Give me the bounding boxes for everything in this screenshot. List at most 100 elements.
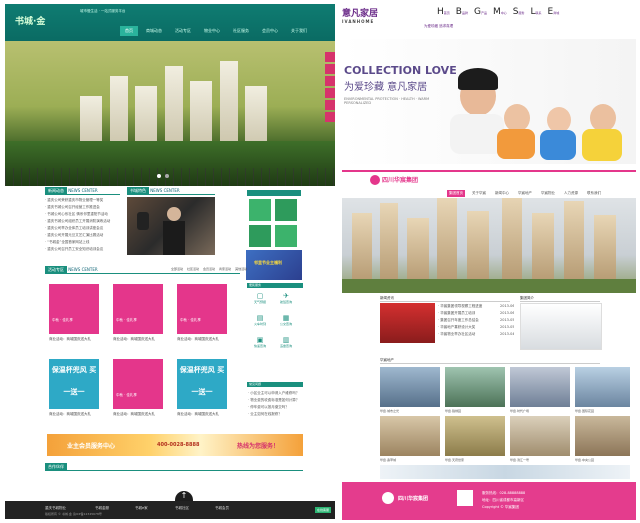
top-icon[interactable] xyxy=(325,112,335,122)
nav-item[interactable]: 集团首页 xyxy=(447,190,465,197)
phone-icon[interactable] xyxy=(325,88,335,98)
app-tile[interactable] xyxy=(275,225,297,247)
estate-caption: 华宸·天府世家 xyxy=(445,458,464,462)
feature-photo[interactable] xyxy=(127,197,215,255)
estate-thumb[interactable] xyxy=(380,367,440,407)
card-caption: 商业活动：商城国庆送大礼 xyxy=(49,412,91,416)
activity-card[interactable]: 中秋 · 佳礼享 xyxy=(113,359,163,409)
news-item[interactable]: · 华宸集团开展员工培训 xyxy=(438,310,498,317)
nav-item[interactable]: 关于华宸 xyxy=(470,190,488,197)
intro-photo[interactable] xyxy=(520,303,602,350)
app-tile[interactable] xyxy=(249,199,271,221)
service-item[interactable]: ▤ 火车时刻 xyxy=(249,314,271,332)
menu-item[interactable]: M中心 xyxy=(493,7,507,17)
menu-item[interactable]: B品牌 xyxy=(456,7,468,17)
activity-tab[interactable]: 会员活动 xyxy=(203,267,215,271)
left-nav-item[interactable]: 会员中心 xyxy=(257,26,283,36)
activity-card[interactable]: 中秋 · 佳礼享 xyxy=(177,284,227,334)
slider-dot[interactable] xyxy=(165,174,169,178)
menu-item[interactable]: G产品 xyxy=(474,7,487,17)
estate-thumb[interactable] xyxy=(575,367,630,407)
user-icon[interactable] xyxy=(325,64,335,74)
left-nav-item[interactable]: 物业中心 xyxy=(199,26,225,36)
faq-title: 常见问题 xyxy=(247,382,303,387)
activity-card[interactable]: 保温杯兜风 买一送一 xyxy=(177,359,227,409)
activity-tab[interactable]: 商家活动 xyxy=(219,267,231,271)
estate-thumb[interactable] xyxy=(445,416,505,456)
hotline-banner[interactable]: 业主会员服务中心 400-0028-8888 热线为您服务！ xyxy=(47,434,303,456)
news-list: · 重庆公司荣获重庆市物业管理一等奖 · 重庆书城公司召开经营工作推进会 · 书… xyxy=(45,197,120,253)
news-item[interactable]: · 重庆公司召开员工安全知识培训会议 xyxy=(45,246,120,253)
footer-link[interactable]: 书城社区 xyxy=(175,506,189,511)
news-item[interactable]: · 集团召开年度工作总结会 xyxy=(438,317,498,324)
left-logo[interactable]: 书城·金 xyxy=(15,14,45,27)
huachen-logo[interactable]: 四川华宸集团 xyxy=(382,175,418,184)
service-item[interactable]: ▣ 快递查询 xyxy=(249,336,271,354)
estate-thumb[interactable] xyxy=(575,416,630,456)
news-item[interactable]: · 书城公司心系社区 情系邻里重阳节活动 xyxy=(45,211,120,218)
left-nav-item[interactable]: 关于我们 xyxy=(286,26,312,36)
left-nav-item[interactable]: 活动专区 xyxy=(170,26,196,36)
service-item[interactable]: ▢ 天气预报 xyxy=(249,292,271,310)
nav-item[interactable]: 人力资源 xyxy=(562,190,580,197)
footer-link[interactable]: 书城e家 xyxy=(135,506,148,511)
footer-link[interactable]: 书城会员 xyxy=(215,506,229,511)
faq-item[interactable]: · 小区业主可以申请入户维修吗？ xyxy=(248,390,302,397)
app-tile[interactable] xyxy=(249,225,271,247)
left-nav-item[interactable]: 社区服务 xyxy=(228,26,254,36)
news-item[interactable]: · 重庆公司举办全体员工培训讲座会议 xyxy=(45,225,120,232)
family-photo xyxy=(450,114,504,154)
activity-tab[interactable]: 其他活动 xyxy=(235,267,247,271)
estate-thumb[interactable] xyxy=(380,416,440,456)
activity-tab[interactable]: 全部活动 xyxy=(171,267,183,271)
news-date: 2013-04 xyxy=(500,332,514,336)
qq-icon[interactable] xyxy=(325,52,335,62)
faq-item[interactable]: · 业主如何在线报修？ xyxy=(248,411,302,418)
news-date: 2013-06 xyxy=(500,311,514,315)
activity-card[interactable]: 保温杯兜风 买一送一 xyxy=(49,359,99,409)
left-nav-item[interactable]: 商城动态 xyxy=(141,26,167,36)
slider-dot[interactable] xyxy=(157,174,161,178)
wechat-icon[interactable] xyxy=(325,76,335,86)
online-service-badge[interactable]: 在线客服 xyxy=(314,507,331,513)
map-icon[interactable] xyxy=(325,100,335,110)
news-item[interactable]: · 华宸集团领导视察工程进度 xyxy=(438,303,498,310)
nav-item[interactable]: 华宸物业 xyxy=(539,190,557,197)
faq-item[interactable]: · 物业费的收费标准是如何计算？ xyxy=(248,397,302,404)
estate-thumb[interactable] xyxy=(510,416,570,456)
service-item[interactable]: ▦ 公交查询 xyxy=(275,314,297,332)
service-item[interactable]: ✈ 航班查询 xyxy=(275,292,297,310)
news-photo[interactable] xyxy=(380,303,435,343)
left-logo-tag: 城市慢生活 · 一站式服务平台 xyxy=(80,9,126,13)
news-item[interactable]: · 重庆书城公司召开经营工作推进会 xyxy=(45,204,120,211)
news-item[interactable]: · 华宸物业举办社区活动 xyxy=(438,331,498,338)
service-item[interactable]: ▥ 违章查询 xyxy=(275,336,297,354)
ivanhome-logo[interactable]: 意凡家居 IVANHOME xyxy=(342,6,378,24)
nav-item[interactable]: 新闻中心 xyxy=(493,190,511,197)
menu-item[interactable]: E商城 xyxy=(548,7,560,17)
nav-item[interactable]: 联系我们 xyxy=(585,190,603,197)
faq-item[interactable]: · 停车费可以按月缴交吗？ xyxy=(248,404,302,411)
estate-caption: 华宸·滨江一号 xyxy=(510,458,529,462)
promo-banner[interactable]: 邻里节业主福利 xyxy=(246,250,302,280)
app-tile[interactable] xyxy=(275,199,297,221)
news-item[interactable]: · 华宸地产喜获设计大奖 xyxy=(438,324,498,331)
news-item[interactable]: · 重庆公司荣获重庆市物业管理一等奖 xyxy=(45,197,120,204)
building xyxy=(532,213,554,283)
news-item[interactable]: · “书城金”全国首家网站上线 xyxy=(45,239,120,246)
news-item[interactable]: · 重庆公司开展元旦文艺汇演比赛活动 xyxy=(45,232,120,239)
estate-thumb[interactable] xyxy=(445,367,505,407)
estate-thumb[interactable] xyxy=(510,367,570,407)
menu-item[interactable]: S服务 xyxy=(513,7,525,17)
activity-card[interactable]: 中秋 · 佳礼享 xyxy=(113,284,163,334)
news-item[interactable]: · 重庆书城公司组织员工开展消防演练活动 xyxy=(45,218,120,225)
left-nav-item[interactable]: 首页 xyxy=(120,26,138,36)
activity-tab[interactable]: 社区活动 xyxy=(187,267,199,271)
activity-card[interactable]: 中秋 · 佳礼享 xyxy=(49,284,99,334)
footer-link[interactable]: 书城金服 xyxy=(95,506,109,511)
footer-link[interactable]: 重庆书城物业 xyxy=(45,506,66,511)
menu-item[interactable]: H首页 xyxy=(437,7,450,17)
nav-item[interactable]: 华宸地产 xyxy=(516,190,534,197)
estate-caption: 华宸·国际花园 xyxy=(575,409,594,413)
menu-item[interactable]: L联系 xyxy=(531,7,542,17)
